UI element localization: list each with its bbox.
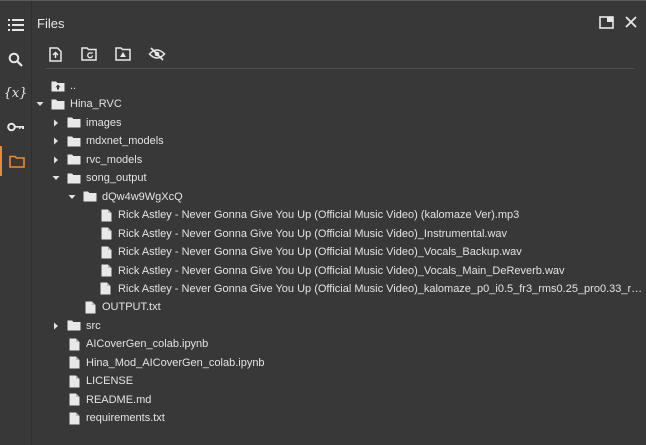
tree-file-row[interactable]: Rick Astley - Never Gonna Give You Up (O… [32, 225, 646, 243]
folder-icon [67, 319, 81, 333]
folder-icon [67, 171, 81, 185]
tree-item-label: .. [70, 80, 77, 92]
tree-item-label: Rick Astley - Never Gonna Give You Up (O… [118, 246, 522, 259]
tree-file-row[interactable]: AICoverGen_colab.ipynb [32, 335, 646, 353]
tree-item-label: LICENSE [86, 375, 134, 388]
toolbar-separator [46, 68, 634, 69]
file-icon [99, 245, 113, 259]
folder-icon[interactable] [0, 146, 31, 176]
key-icon[interactable] [0, 112, 31, 142]
file-icon [99, 208, 113, 222]
files-panel: Files .. Hina_RVCimages mdxnet_models rvc_m… [32, 1, 646, 445]
tree-file-row[interactable]: requirements.txt [32, 409, 646, 427]
chevron-down-icon[interactable] [35, 99, 45, 109]
tree-item-label: Hina_RVC [70, 98, 122, 111]
tree-file-row[interactable]: Rick Astley - Never Gonna Give You Up (O… [32, 262, 646, 280]
tree-folder-row[interactable]: song_output [32, 169, 646, 187]
tree-item-label: Hina_Mod_AICoverGen_colab.ipynb [86, 356, 265, 369]
chevron-down-icon[interactable] [51, 173, 61, 183]
folder-icon [83, 190, 97, 204]
file-icon [67, 411, 81, 425]
chevron-right-icon[interactable] [51, 321, 61, 331]
variables-icon[interactable]: {x} [0, 78, 31, 108]
tree-item-label: dQw4w9WgXcQ [102, 190, 183, 203]
tree-file-row[interactable]: Rick Astley - Never Gonna Give You Up (O… [32, 280, 646, 298]
table-of-contents-icon[interactable] [0, 10, 31, 40]
tree-item-label: OUTPUT.txt [102, 301, 161, 314]
tree-item-label: README.md [86, 393, 152, 406]
tree-item-label: AICoverGen_colab.ipynb [86, 338, 209, 351]
tree-parent-row[interactable]: .. [32, 77, 646, 95]
open-in-tab-icon[interactable] [596, 12, 616, 32]
tree-folder-row[interactable]: dQw4w9WgXcQ [32, 188, 646, 206]
refresh-icon[interactable] [79, 44, 99, 64]
chevron-down-icon[interactable] [67, 192, 77, 202]
tree-item-label: src [86, 319, 101, 332]
file-icon [67, 374, 81, 388]
activity-rail: {x} [0, 1, 31, 445]
file-icon [67, 393, 81, 407]
tree-folder-row[interactable]: mdxnet_models [32, 132, 646, 150]
tree-item-label: mdxnet_models [86, 135, 164, 148]
tree-folder-row[interactable]: Hina_RVC [32, 95, 646, 113]
search-icon[interactable] [0, 44, 31, 74]
tree-file-row[interactable]: README.md [32, 391, 646, 409]
file-icon [99, 227, 113, 241]
variables-icon-text: {x} [3, 85, 28, 101]
tree-folder-row[interactable]: images [32, 114, 646, 132]
tree-folder-row[interactable]: src [32, 317, 646, 335]
tree-item-label: Rick Astley - Never Gonna Give You Up (O… [118, 227, 508, 240]
file-icon [99, 264, 113, 278]
tree-file-row[interactable]: LICENSE [32, 372, 646, 390]
tree-item-label: Rick Astley - Never Gonna Give You Up (O… [118, 264, 565, 277]
file-icon [83, 300, 97, 314]
file-icon [67, 337, 81, 351]
chevron-right-icon[interactable] [51, 136, 61, 146]
chevron-right-icon[interactable] [51, 155, 61, 165]
tree-folder-row[interactable]: rvc_models [32, 151, 646, 169]
tree-item-label: song_output [86, 172, 147, 185]
tree-item-label: rvc_models [86, 153, 143, 166]
tree-item-label: Rick Astley - Never Gonna Give You Up (O… [117, 282, 646, 295]
upload-file-icon[interactable] [45, 44, 65, 64]
tree-file-row[interactable]: Rick Astley - Never Gonna Give You Up (O… [32, 206, 646, 224]
tree-file-row[interactable]: OUTPUT.txt [32, 298, 646, 316]
panel-title: Files [37, 16, 65, 31]
file-icon [67, 356, 81, 370]
folder-icon [51, 97, 65, 111]
close-icon[interactable] [621, 12, 641, 32]
parent-folder-icon [51, 79, 65, 93]
file-icon [99, 282, 113, 296]
tree-item-label: requirements.txt [86, 412, 165, 425]
tree-file-row[interactable]: Hina_Mod_AICoverGen_colab.ipynb [32, 354, 646, 372]
hide-hidden-files-icon[interactable] [147, 44, 167, 64]
chevron-right-icon[interactable] [51, 118, 61, 128]
folder-icon [67, 134, 81, 148]
tree-file-row[interactable]: Rick Astley - Never Gonna Give You Up (O… [32, 243, 646, 261]
tree-item-label: Rick Astley - Never Gonna Give You Up (O… [118, 209, 520, 222]
tree-item-label: images [86, 116, 122, 129]
folder-icon [67, 153, 81, 167]
mount-drive-icon[interactable] [113, 44, 133, 64]
folder-icon [67, 116, 81, 130]
